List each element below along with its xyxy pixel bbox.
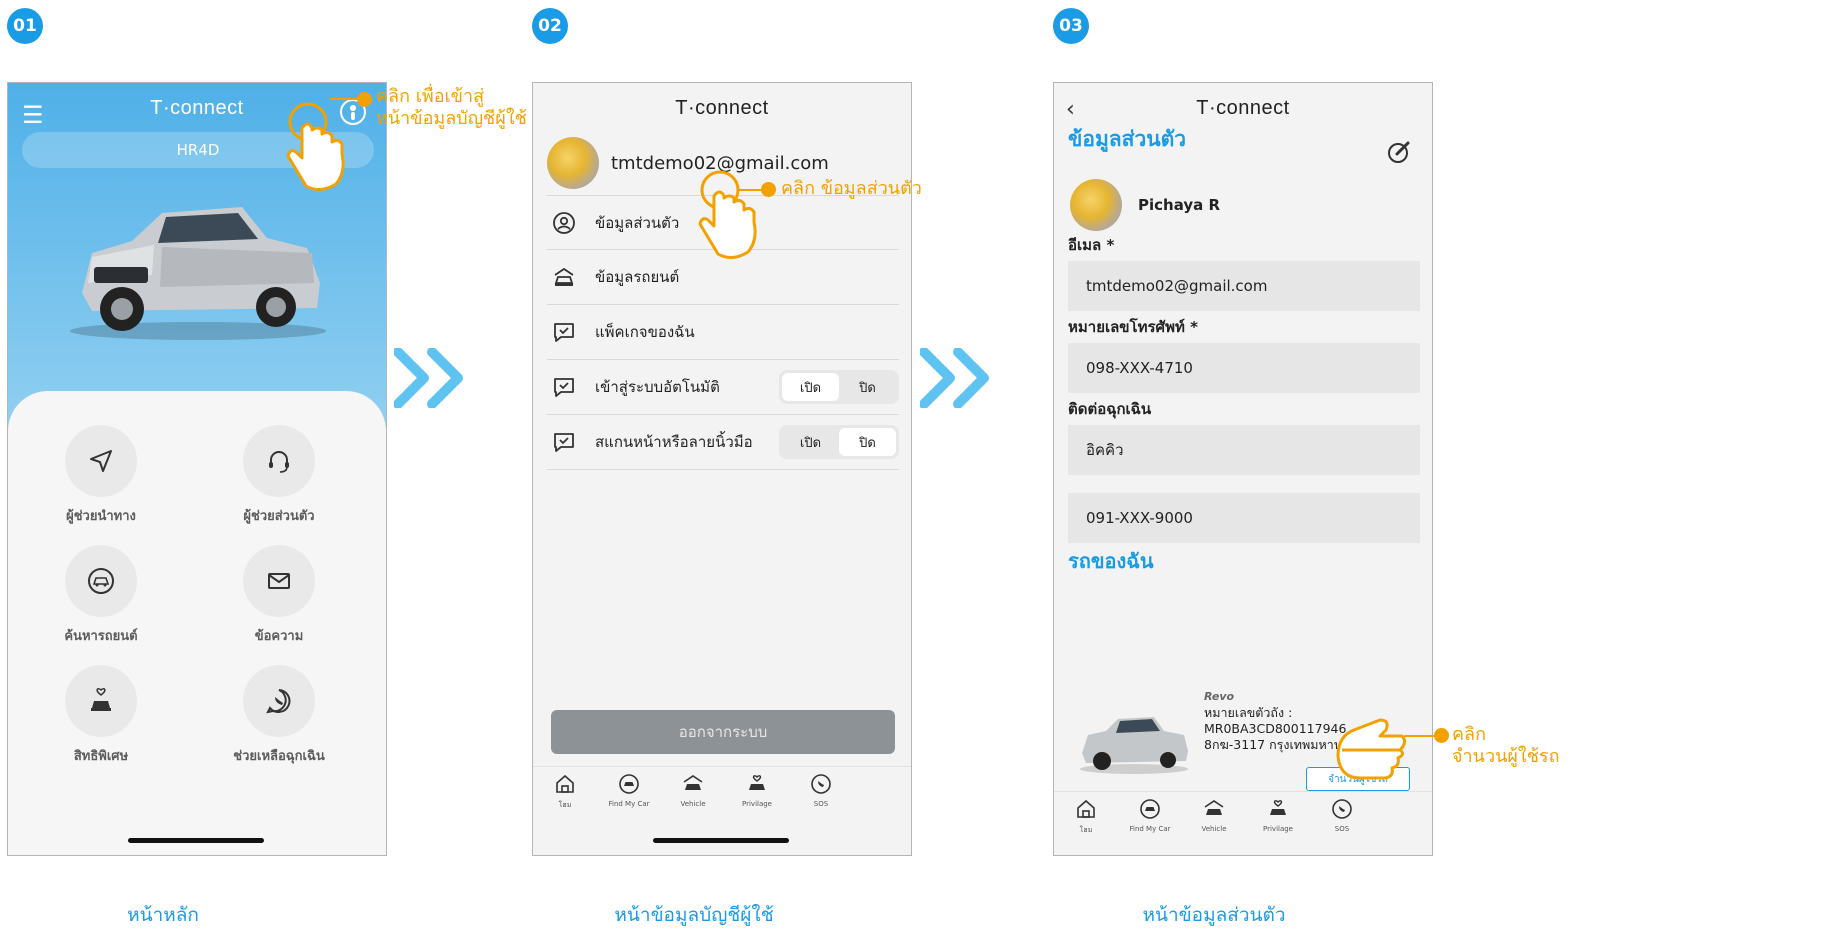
tab-bar: โฮม Find My Car Vehicle Privilage SOS	[1054, 791, 1432, 855]
toggle-off-option[interactable]: ปิด	[839, 373, 896, 401]
toggle-on-option[interactable]: เปิด	[782, 428, 839, 456]
find-car-icon	[1140, 799, 1160, 819]
caption-account: หน้าข้อมูลบัญชีผู้ใช้	[614, 904, 774, 926]
profile-name: Pichaya R	[1138, 196, 1221, 214]
feature-messages[interactable]: ข้อความ	[194, 545, 364, 646]
tab-bar: โฮม Find My Car Vehicle Privilage SOS	[533, 766, 911, 832]
sos-phone-icon	[811, 774, 831, 794]
find-car-icon	[88, 568, 114, 594]
tap-hand-icon	[1336, 718, 1407, 780]
car-icon	[683, 775, 703, 790]
emergency-label: ติดต่อฉุกเฉิน	[1068, 400, 1152, 418]
caption-profile: หน้าข้อมูลส่วนตัว	[1142, 904, 1286, 926]
brand-logo: T·connect	[1196, 97, 1290, 119]
car-brand: Revo	[1204, 690, 1235, 703]
menu-my-package[interactable]: แพ็คเกจของฉัน	[547, 305, 899, 360]
chat-check-icon	[554, 433, 574, 452]
tab-vehicle[interactable]: Vehicle	[661, 773, 725, 808]
logout-button[interactable]: ออกจากระบบ	[551, 710, 895, 754]
feature-find-car[interactable]: ค้นหารถยนต์	[16, 545, 186, 646]
brand-logo: T·connect	[675, 97, 769, 119]
feature-navigation[interactable]: ผู้ช่วยนำทาง	[16, 425, 186, 526]
tab-sos[interactable]: SOS	[1310, 798, 1374, 833]
tab-find-my-car[interactable]: Find My Car	[597, 773, 661, 808]
phone-label: หมายเลขโทรศัพท์ *	[1068, 318, 1198, 336]
step-badge-1: 01	[7, 8, 43, 44]
vehicle-image	[70, 207, 326, 340]
toggle-on-option[interactable]: เปิด	[782, 373, 839, 401]
callout-dot	[1434, 728, 1449, 743]
step-badge-2: 02	[532, 8, 568, 44]
tab-home[interactable]: โฮม	[1054, 798, 1118, 836]
sos-phone-icon	[1332, 799, 1352, 819]
car-icon	[554, 267, 574, 286]
phone-home-screen: ☰ T·connect HR4D ผู้ช่วยนำทาง ผู้ช่วยส่ว…	[7, 82, 387, 856]
person-circle-icon	[553, 211, 575, 234]
tap-hand-icon	[286, 102, 345, 191]
edit-icon[interactable]	[1386, 139, 1412, 165]
home-icon	[556, 774, 574, 793]
tab-find-my-car[interactable]: Find My Car	[1118, 798, 1182, 833]
headset-icon	[269, 451, 289, 473]
avatar	[547, 137, 599, 189]
toggle-off-option[interactable]: ปิด	[839, 428, 896, 456]
navigation-arrow-icon	[90, 450, 112, 472]
feature-privilege[interactable]: สิทธิพิเศษ	[16, 665, 186, 766]
chat-check-icon	[554, 378, 574, 397]
home-indicator	[128, 838, 264, 843]
callout-home: คลิก เพื่อเข้าสู่ หน้าข้อมูลบัญชีผู้ใช้	[376, 86, 527, 129]
privilege-car-icon	[1270, 800, 1286, 815]
menu-biometric-scan: สแกนหน้าหรือลายนิ้วมือ เปิด ปิด	[547, 415, 899, 470]
profile-header: Pichaya R	[1070, 179, 1220, 231]
emergency-phone-field[interactable]: 091-XXX-9000	[1068, 493, 1420, 543]
callout-dot	[357, 92, 372, 107]
car-thumbnail	[1080, 717, 1188, 774]
tab-home[interactable]: โฮม	[533, 773, 597, 811]
tab-privilage[interactable]: Privilage	[1246, 798, 1310, 833]
callout-dot	[761, 182, 776, 197]
callout-account: คลิก ข้อมูลส่วนตัว	[781, 178, 922, 199]
tab-vehicle[interactable]: Vehicle	[1182, 798, 1246, 833]
find-car-icon	[619, 774, 639, 794]
auto-login-toggle[interactable]: เปิด ปิด	[779, 370, 899, 404]
menu-auto-login: เข้าสู่ระบบอัตโนมัติ เปิด ปิด	[547, 360, 899, 415]
car-icon	[1204, 800, 1224, 815]
phone-field[interactable]: 098-XXX-4710	[1068, 343, 1420, 393]
tap-hand-icon	[698, 170, 757, 259]
biometric-toggle[interactable]: เปิด ปิด	[779, 425, 899, 459]
emergency-name-field[interactable]: อิคคิว	[1068, 425, 1420, 475]
sos-phone-icon	[266, 689, 291, 714]
callout-profile: คลิก จำนวนผู้ใช้รถ	[1452, 724, 1560, 767]
email-field[interactable]: tmtdemo02@gmail.com	[1068, 261, 1420, 311]
privilege-car-icon	[91, 688, 111, 711]
tab-sos[interactable]: SOS	[789, 773, 853, 808]
feature-sos[interactable]: ช่วยเหลือฉุกเฉิน	[194, 665, 364, 766]
feature-assistant[interactable]: ผู้ช่วยส่วนตัว	[194, 425, 364, 526]
page-title: ข้อมูลส่วนตัว	[1068, 127, 1187, 151]
my-cars-title: รถของฉัน	[1068, 549, 1154, 573]
home-icon	[1077, 799, 1095, 818]
tutorial-stage: 01 02 03 ☰ T·connect HR4D ผู้ช่วยนำทาง ผ…	[0, 0, 1823, 932]
mail-icon	[268, 573, 290, 589]
email-label: อีเมล *	[1068, 236, 1115, 254]
next-chevron-icon	[920, 348, 989, 408]
avatar[interactable]	[1070, 179, 1122, 231]
step-badge-3: 03	[1053, 8, 1089, 44]
package-check-icon	[554, 323, 574, 342]
privilege-car-icon	[749, 775, 765, 790]
tab-privilage[interactable]: Privilage	[725, 773, 789, 808]
caption-home: หน้าหลัก	[127, 904, 199, 926]
home-indicator	[653, 838, 789, 843]
feature-panel: ผู้ช่วยนำทาง ผู้ช่วยส่วนตัว ค้นหารถยนต์ …	[8, 391, 386, 855]
next-chevron-icon	[394, 348, 463, 408]
